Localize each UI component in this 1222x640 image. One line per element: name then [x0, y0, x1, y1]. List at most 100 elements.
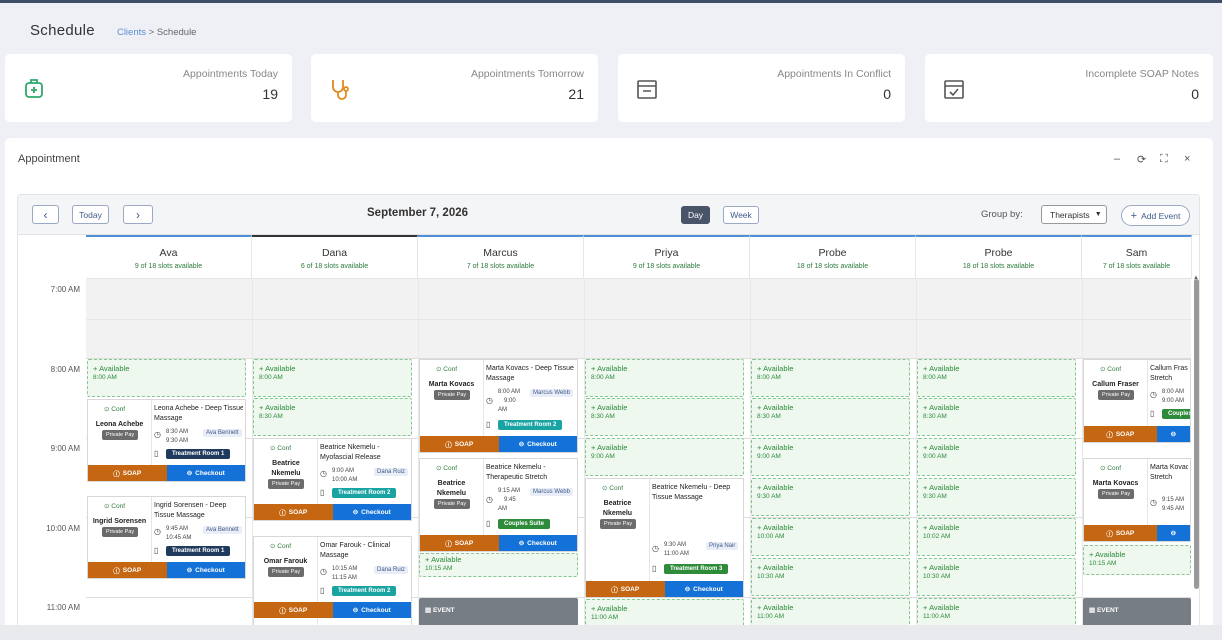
close-icon[interactable]: × [1184, 153, 1190, 165]
service-name: Beatrice Nkemelu - Therapeutic Stretch [486, 464, 548, 481]
soap-button[interactable]: ⓘ SOAP [420, 436, 499, 452]
column-name: Probe [984, 247, 1013, 259]
available-slot[interactable]: + Available 9:00 AM [917, 438, 1076, 476]
available-label: Available [929, 443, 960, 452]
available-slot[interactable]: + Available 10:30 AM [751, 558, 910, 596]
page-title: Schedule [30, 22, 95, 39]
today-button[interactable]: Today [72, 205, 109, 224]
door-icon: ▯ [320, 586, 325, 595]
add-event-button[interactable]: + Add Event [1121, 205, 1190, 226]
private-pay-badge: Private Pay [102, 430, 139, 440]
checkout-button[interactable]: ⊖ Checkout [664, 581, 743, 597]
appointment-card[interactable]: ⊙ Conf Callum Fraser Private Pay Callum … [1083, 359, 1191, 443]
soap-button[interactable]: ⓘ SOAP [88, 465, 167, 481]
available-slot[interactable]: + Available 8:00 AM [917, 359, 1076, 397]
soap-button[interactable]: ⓘ SOAP [254, 504, 333, 520]
appointment-card[interactable]: ⊙ Conf Beatrice Nkemelu Private Pay Beatr… [585, 478, 744, 598]
appointment-card[interactable]: ⊙ Conf Leona Achebe Private Pay Leona Ac… [87, 399, 246, 482]
patient-name: Marta Kovacs [428, 381, 475, 388]
checkout-button[interactable]: ⊖ Checkout [332, 504, 411, 520]
available-label: Available [929, 563, 960, 572]
available-label: Available [265, 364, 296, 373]
column-divider [1082, 279, 1083, 632]
slot-time: 8:30 AM [757, 413, 781, 420]
appointment-card[interactable]: ⊙ Conf Beatrice Nkemelu Private Pay Beatr… [419, 458, 578, 552]
start-time: 10:15 AM [332, 566, 358, 572]
appointment-card[interactable]: ⊙ Conf Beatrice Nkemelu Private Pay Beatr… [253, 438, 412, 521]
breadcrumb-clients-link[interactable]: Clients [117, 27, 146, 38]
private-pay-badge: Private Pay [434, 390, 471, 400]
time-gutter: 7:00 AM 8:00 AM 9:00 AM 10:00 AM 11:00 A… [18, 279, 86, 632]
next-button[interactable]: › [123, 205, 153, 224]
service-name: Leona Achebe - Deep Tissue Massage [154, 405, 243, 422]
soap-button[interactable]: ⓘ SOAP [1084, 426, 1157, 442]
checkout-button[interactable]: ⊖ [1156, 525, 1190, 541]
slot-time: 8:00 AM [591, 374, 615, 381]
soap-button[interactable]: ⓘ SOAP [1084, 525, 1157, 541]
stat-label: Appointments In Conflict [777, 68, 891, 80]
refresh-icon[interactable]: ⟳ [1137, 153, 1146, 166]
confirmed-status: ⊙ Conf [270, 445, 291, 452]
vertical-scrollbar[interactable] [1194, 279, 1199, 589]
therapist-tag: Ava Bennett [203, 429, 242, 437]
clock-icon: ◷ [1150, 498, 1157, 507]
checkout-button[interactable]: ⊖ Checkout [166, 465, 245, 481]
day-view-button[interactable]: Day [681, 206, 710, 224]
slot-time: 8:00 AM [923, 374, 947, 381]
available-slot[interactable]: + Available 8:00 AM [751, 359, 910, 397]
column-slots: 7 of 18 slots available [1102, 263, 1171, 270]
soap-button[interactable]: ⓘ SOAP [586, 581, 665, 597]
available-slot[interactable]: + Available 8:00 AM [87, 359, 246, 397]
slot-time: 10:30 AM [757, 573, 785, 580]
available-slot[interactable]: + Available 8:00 AM [585, 359, 744, 397]
available-slot[interactable]: + Available 8:30 AM [585, 398, 744, 436]
fullscreen-icon[interactable]: ⛶ [1160, 153, 1168, 166]
room-badge: Couples Suite [498, 519, 551, 529]
checkout-button[interactable]: ⊖ [1156, 426, 1190, 442]
soap-button[interactable]: ⓘ SOAP [88, 562, 167, 578]
soap-button[interactable]: ⓘ SOAP [254, 602, 333, 618]
checkout-button[interactable]: ⊖ Checkout [332, 602, 411, 618]
checkout-button[interactable]: ⊖ Checkout [166, 562, 245, 578]
end-time: 11:00 AM [664, 551, 689, 557]
checkout-button[interactable]: ⊖ Checkout [498, 535, 577, 551]
available-slot[interactable]: + Available 10:02 AM [917, 518, 1076, 556]
time-label: 11:00 AM [46, 603, 80, 612]
available-slot[interactable]: + Available 10:15 AM [1083, 545, 1191, 575]
stat-label: Appointments Tomorrow [470, 68, 584, 80]
available-slot[interactable]: + Available 9:00 AM [585, 438, 744, 476]
available-label: Available [929, 364, 960, 373]
available-label: Available [99, 364, 130, 373]
breadcrumb-current: Schedule [156, 27, 197, 38]
column-slots: 7 of 18 slots available [466, 263, 535, 270]
soap-button[interactable]: ⓘ SOAP [420, 535, 499, 551]
available-slot[interactable]: + Available 9:00 AM [751, 438, 910, 476]
available-slot[interactable]: + Available 9:30 AM [751, 478, 910, 516]
room-badge: Treatment Room 1 [166, 449, 231, 459]
column-slots: 6 of 18 slots available [300, 263, 369, 270]
appointment-card[interactable]: ⊙ Conf Omar Farouk Private Pay Omar Faro… [253, 536, 412, 632]
available-slot[interactable]: + Available 8:30 AM [253, 398, 412, 436]
stat-label: Incomplete SOAP Notes [1085, 68, 1199, 80]
available-slot[interactable]: + Available 10:15 AM [419, 553, 578, 577]
available-slot[interactable]: + Available 8:00 AM [253, 359, 412, 397]
door-icon: ▯ [1150, 409, 1155, 418]
group-by-select[interactable]: Therapists ▼ [1041, 205, 1107, 224]
available-slot[interactable]: + Available 10:00 AM [751, 518, 910, 556]
appointment-card[interactable]: ⊙ Conf Marta Kovacs Private Pay Marta Ko… [419, 359, 578, 453]
action-bar: ⓘ SOAP ⊖ Checkout [88, 465, 245, 481]
appointment-card[interactable]: ⊙ Conf Ingrid Sorensen Private Pay Ingri… [87, 496, 246, 579]
available-slot[interactable]: + Available 8:30 AM [751, 398, 910, 436]
stat-card-appointments-tomorrow: Appointments Tomorrow 21 [311, 54, 598, 122]
slot-time: 9:00 AM [923, 453, 947, 460]
available-slot[interactable]: + Available 8:30 AM [917, 398, 1076, 436]
minimize-icon[interactable]: – [1114, 153, 1120, 165]
clock-icon: ◷ [486, 495, 493, 504]
available-slot[interactable]: + Available 10:30 AM [917, 558, 1076, 596]
end-time: 9:00 AM [1162, 398, 1185, 404]
appointment-card[interactable]: ⊙ Conf Marta Kovacs Private Pay Marta Ko… [1083, 458, 1191, 542]
week-view-button[interactable]: Week [723, 206, 759, 224]
available-slot[interactable]: + Available 9:30 AM [917, 478, 1076, 516]
checkout-button[interactable]: ⊖ Checkout [498, 436, 577, 452]
prev-button[interactable]: ‹ [32, 205, 59, 224]
